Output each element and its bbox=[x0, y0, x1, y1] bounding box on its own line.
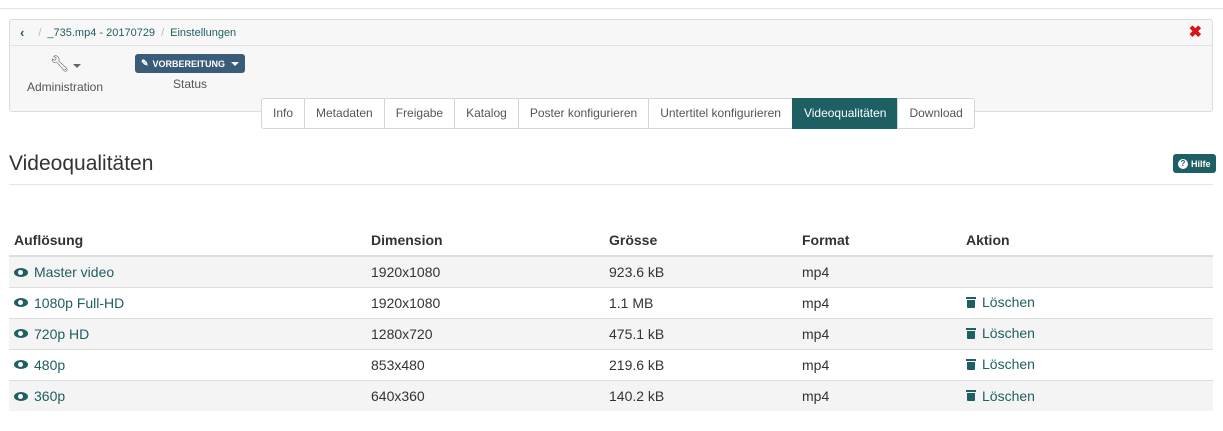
help-icon: ? bbox=[1178, 158, 1188, 169]
cell-format: mp4 bbox=[797, 255, 961, 287]
cell-format: mp4 bbox=[797, 317, 961, 349]
eye-icon bbox=[14, 267, 28, 277]
tab-poster[interactable]: Poster konfigurieren bbox=[517, 98, 650, 129]
cell-resolution: 480p bbox=[9, 348, 366, 380]
table-row: 720p HD 1280x720 475.1 kB mp4 Löschen bbox=[9, 317, 1213, 349]
trash-icon bbox=[966, 296, 976, 308]
delete-label: Löschen bbox=[982, 356, 1035, 373]
cell-resolution: 360p bbox=[9, 379, 366, 411]
trash-icon bbox=[966, 358, 976, 370]
table-row: 360p 640x360 140.2 kB mp4 Löschen bbox=[9, 379, 1213, 411]
resolution-link[interactable]: 720p HD bbox=[14, 326, 89, 342]
resolution-link[interactable]: 360p bbox=[14, 388, 65, 404]
table-row: 480p 853x480 219.6 kB mp4 Löschen bbox=[9, 348, 1213, 380]
delete-label: Löschen bbox=[982, 294, 1035, 311]
cell-dimension: 1920x1080 bbox=[366, 286, 604, 318]
status-label: Status bbox=[172, 77, 208, 91]
cell-format: mp4 bbox=[797, 286, 961, 318]
tab-katalog[interactable]: Katalog bbox=[454, 98, 519, 129]
resolution-label: 1080p Full-HD bbox=[34, 294, 125, 311]
resolution-label: 360p bbox=[34, 388, 66, 404]
cell-size: 475.1 kB bbox=[604, 317, 797, 349]
page-title: Videoqualitäten bbox=[9, 152, 154, 175]
tab-metadaten[interactable]: Metadaten bbox=[304, 98, 385, 129]
status-dropdown-button[interactable]: ✎ VORBEREITUNG bbox=[135, 54, 246, 73]
cell-action: Löschen bbox=[961, 286, 1213, 318]
video-quality-table: Auflösung Dimension Grösse Format Aktion… bbox=[9, 224, 1213, 411]
eye-icon bbox=[14, 329, 28, 339]
eye-icon bbox=[14, 360, 28, 370]
cell-resolution: 720p HD bbox=[9, 317, 366, 349]
cell-dimension: 640x360 bbox=[366, 379, 604, 411]
eye-icon bbox=[14, 391, 28, 401]
table-header-row: Auflösung Dimension Grösse Format Aktion bbox=[9, 224, 1213, 257]
pencil-icon: ✎ bbox=[141, 58, 149, 68]
back-icon[interactable]: ‹ bbox=[20, 25, 24, 40]
chevron-down-icon bbox=[72, 63, 81, 68]
chevron-down-icon bbox=[231, 61, 240, 66]
resolution-label: 480p bbox=[34, 356, 66, 373]
breadcrumb-item-settings[interactable]: Einstellungen bbox=[170, 27, 236, 39]
resolution-link[interactable]: 1080p Full-HD bbox=[14, 295, 124, 311]
cell-dimension: 1920x1080 bbox=[366, 255, 604, 287]
delete-link[interactable]: Löschen bbox=[966, 294, 1035, 310]
cell-dimension: 853x480 bbox=[366, 348, 604, 380]
delete-label: Löschen bbox=[982, 387, 1035, 404]
top-divider bbox=[0, 8, 1223, 9]
administration-menu[interactable]: 🔧︎ Administration bbox=[25, 54, 105, 94]
breadcrumb-separator: / bbox=[161, 26, 165, 39]
cell-action bbox=[961, 255, 1213, 287]
help-button[interactable]: ? Hilfe bbox=[1173, 154, 1216, 173]
breadcrumb: ‹ / _735.mp4 - 20170729 / Einstellungen bbox=[10, 20, 1212, 46]
settings-tabs: Info Metadaten Freigabe Katalog Poster k… bbox=[261, 98, 975, 129]
table-row: Master video 1920x1080 923.6 kB mp4 bbox=[9, 255, 1213, 287]
help-label: Hilfe bbox=[1191, 158, 1211, 169]
close-icon[interactable]: ✖ bbox=[1189, 24, 1202, 42]
table-row: 1080p Full-HD 1920x1080 1.1 MB mp4 Lösch… bbox=[9, 286, 1213, 318]
resolution-link[interactable]: Master video bbox=[14, 264, 114, 280]
delete-label: Löschen bbox=[982, 325, 1035, 342]
cell-action: Löschen bbox=[961, 379, 1213, 411]
breadcrumb-separator: / bbox=[38, 26, 42, 39]
trash-icon bbox=[966, 327, 976, 339]
cell-format: mp4 bbox=[797, 348, 961, 380]
cell-size: 923.6 kB bbox=[604, 255, 797, 287]
cell-format: mp4 bbox=[797, 379, 961, 411]
administration-label: Administration bbox=[26, 80, 104, 94]
resolution-label: 720p HD bbox=[34, 325, 90, 342]
resolution-label: Master video bbox=[34, 264, 115, 280]
tab-download[interactable]: Download bbox=[897, 98, 975, 129]
cell-size: 140.2 kB bbox=[604, 379, 797, 411]
trash-icon bbox=[966, 390, 976, 401]
cell-dimension: 1280x720 bbox=[366, 317, 604, 349]
header-action: Aktion bbox=[961, 224, 1213, 257]
cell-size: 219.6 kB bbox=[604, 348, 797, 380]
cell-action: Löschen bbox=[961, 348, 1213, 380]
delete-link[interactable]: Löschen bbox=[966, 388, 1035, 404]
cell-resolution: Master video bbox=[9, 255, 366, 287]
cell-size: 1.1 MB bbox=[604, 286, 797, 318]
breadcrumb-item-file[interactable]: _735.mp4 - 20170729 bbox=[47, 27, 155, 39]
cell-resolution: 1080p Full-HD bbox=[9, 286, 366, 318]
eye-icon bbox=[14, 298, 28, 308]
resolution-link[interactable]: 480p bbox=[14, 357, 65, 373]
tab-freigabe[interactable]: Freigabe bbox=[383, 98, 456, 129]
header-dimension[interactable]: Dimension bbox=[366, 224, 604, 257]
status-tool: ✎ VORBEREITUNG Status bbox=[135, 54, 246, 91]
tab-untertitel[interactable]: Untertitel konfigurieren bbox=[648, 98, 793, 129]
title-divider bbox=[9, 184, 1213, 185]
header-format[interactable]: Format bbox=[797, 224, 961, 257]
status-button-label: VORBEREITUNG bbox=[152, 58, 226, 69]
wrench-icon: 🔧︎ bbox=[49, 56, 70, 73]
cell-action: Löschen bbox=[961, 317, 1213, 349]
header-size[interactable]: Grösse bbox=[604, 224, 797, 257]
delete-link[interactable]: Löschen bbox=[966, 325, 1035, 341]
header-resolution[interactable]: Auflösung bbox=[9, 224, 366, 257]
delete-link[interactable]: Löschen bbox=[966, 356, 1035, 372]
tab-videoqualitaeten[interactable]: Videoqualitäten bbox=[791, 98, 899, 129]
tab-info[interactable]: Info bbox=[261, 98, 306, 129]
